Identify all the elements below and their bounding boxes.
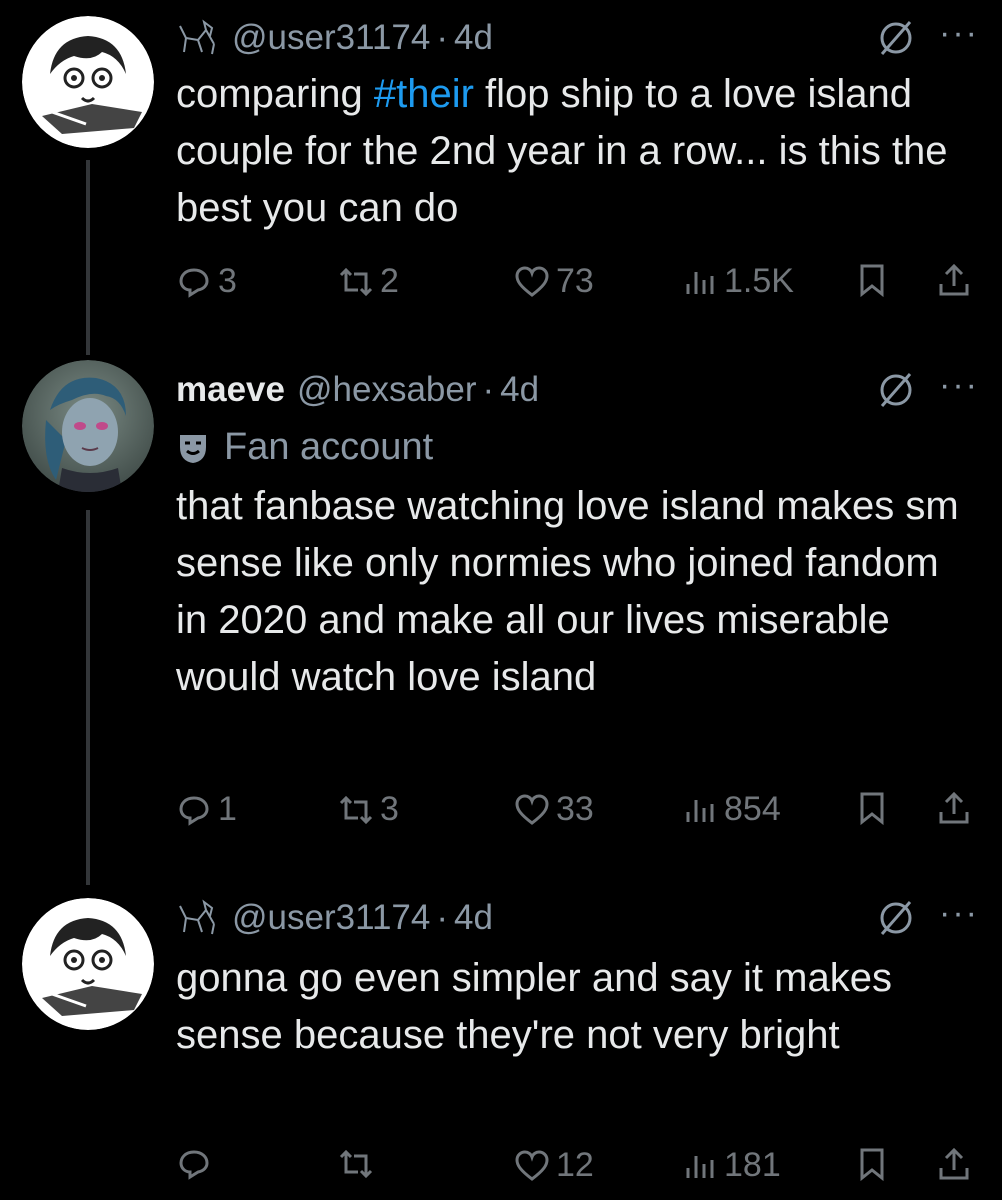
display-name[interactable]: maeve [176,370,285,410]
reply-icon [179,267,209,298]
reply-tweet[interactable]: @user31174 · 4d ··· gonna go even simple… [0,890,1002,1200]
tweet-header: maeve @hexsaber · 4d ··· [176,368,1002,410]
timestamp[interactable]: 4d [500,370,539,410]
timestamp[interactable]: 4d [454,898,493,938]
avatar[interactable] [22,360,154,492]
like-button[interactable]: 12 [514,1146,594,1185]
share-button[interactable] [936,790,978,826]
share-icon [939,263,969,296]
cat-label-icon [179,19,215,55]
reply-tweet[interactable]: @user31174 · 4d ··· comparing #their flo… [0,0,1002,340]
like-icon [515,1149,549,1181]
like-icon [515,793,549,825]
views-icon [686,1155,714,1178]
bookmark-button[interactable] [854,1146,896,1182]
more-icon[interactable]: ··· [934,896,984,938]
tweet-text: comparing #their flop ship to a love isl… [176,72,948,230]
share-icon [939,791,969,824]
reply-icon [179,795,209,826]
tweet-header: @user31174 · 4d ··· [176,16,1002,58]
tweet-header: @user31174 · 4d ··· [176,896,1002,938]
share-button[interactable] [936,262,978,298]
timestamp[interactable]: 4d [454,18,493,58]
share-icon [939,1147,969,1180]
avatar[interactable] [22,898,154,1030]
hashtag-link[interactable]: #their [374,72,474,116]
separator-dot: · [482,370,495,409]
like-button[interactable]: 33 [514,790,594,829]
user-handle[interactable]: @hexsaber [297,370,477,410]
mute-icon[interactable] [876,898,916,938]
more-icon[interactable]: ··· [934,368,984,410]
more-icon[interactable]: ··· [934,16,984,58]
mute-icon[interactable] [876,18,916,58]
cat-label-icon [179,899,215,935]
repost-icon [339,795,373,824]
separator-dot: · [436,18,449,57]
views-button[interactable]: 854 [682,790,781,829]
avatar-illustration [22,16,154,148]
bookmark-button[interactable] [854,790,896,826]
views-button[interactable]: 181 [682,1146,781,1185]
reply-button[interactable]: 1 [176,790,237,829]
repost-icon [339,1149,373,1179]
avatar-illustration [22,898,154,1030]
reply-button[interactable]: 3 [176,262,237,301]
repost-button[interactable] [338,1146,380,1182]
tweet-actions: 3 2 73 1.5K [176,262,1002,302]
views-icon [686,271,714,294]
avatar-illustration [22,360,154,492]
views-icon [686,799,714,822]
bookmark-icon [860,792,884,826]
tweet-actions: 1 3 33 854 [176,790,1002,830]
repost-icon [339,267,373,296]
user-handle[interactable]: @user31174 [232,18,430,58]
like-icon [515,265,549,297]
like-button[interactable]: 73 [514,262,594,301]
share-button[interactable] [936,1146,978,1182]
views-button[interactable]: 1.5K [682,262,794,301]
bookmark-icon [860,1148,884,1182]
mask-icon [180,434,206,463]
bookmark-icon [860,264,884,298]
user-handle[interactable]: @user31174 [232,898,430,938]
reply-button[interactable] [176,1146,218,1182]
repost-button[interactable]: 2 [338,262,399,301]
repost-button[interactable]: 3 [338,790,399,829]
tweet-text: gonna go even simpler and say it makes s… [176,956,892,1057]
tweet-text: that fanbase watching love island makes … [176,484,959,699]
fan-account-label: Fan account [176,426,433,469]
mute-icon[interactable] [876,370,916,410]
reply-tweet[interactable]: maeve @hexsaber · 4d ··· Fan account tha… [0,360,1002,860]
bookmark-button[interactable] [854,262,896,298]
tweet-actions: 12 181 [176,1146,1002,1186]
reply-icon [179,1150,209,1180]
avatar[interactable] [22,16,154,148]
separator-dot: · [436,898,449,937]
